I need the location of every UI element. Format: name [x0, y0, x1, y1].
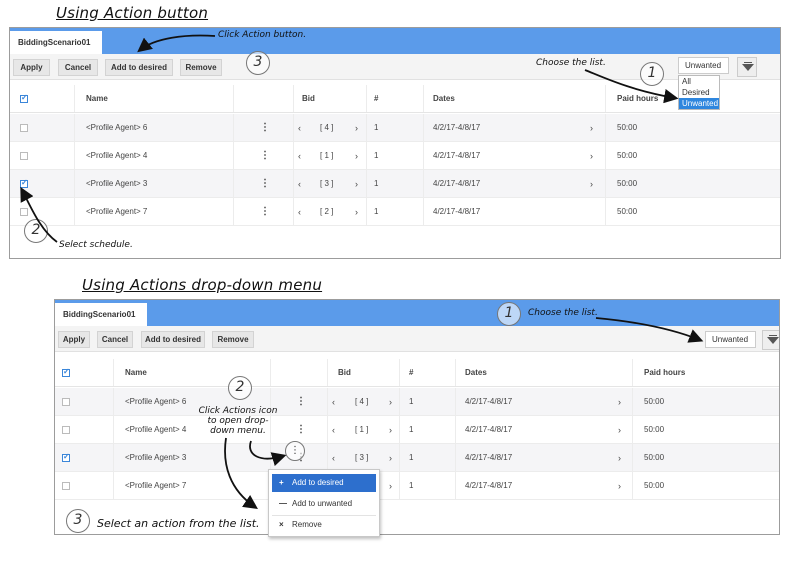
annotation-arrows — [20, 34, 704, 510]
arrow-to-unwanted-option — [584, 69, 679, 104]
arrow-to-kebab — [249, 440, 287, 467]
arrow-to-checkbox — [20, 186, 58, 243]
arrow-to-action-button — [137, 34, 216, 53]
arrow-to-list-select — [595, 317, 704, 343]
